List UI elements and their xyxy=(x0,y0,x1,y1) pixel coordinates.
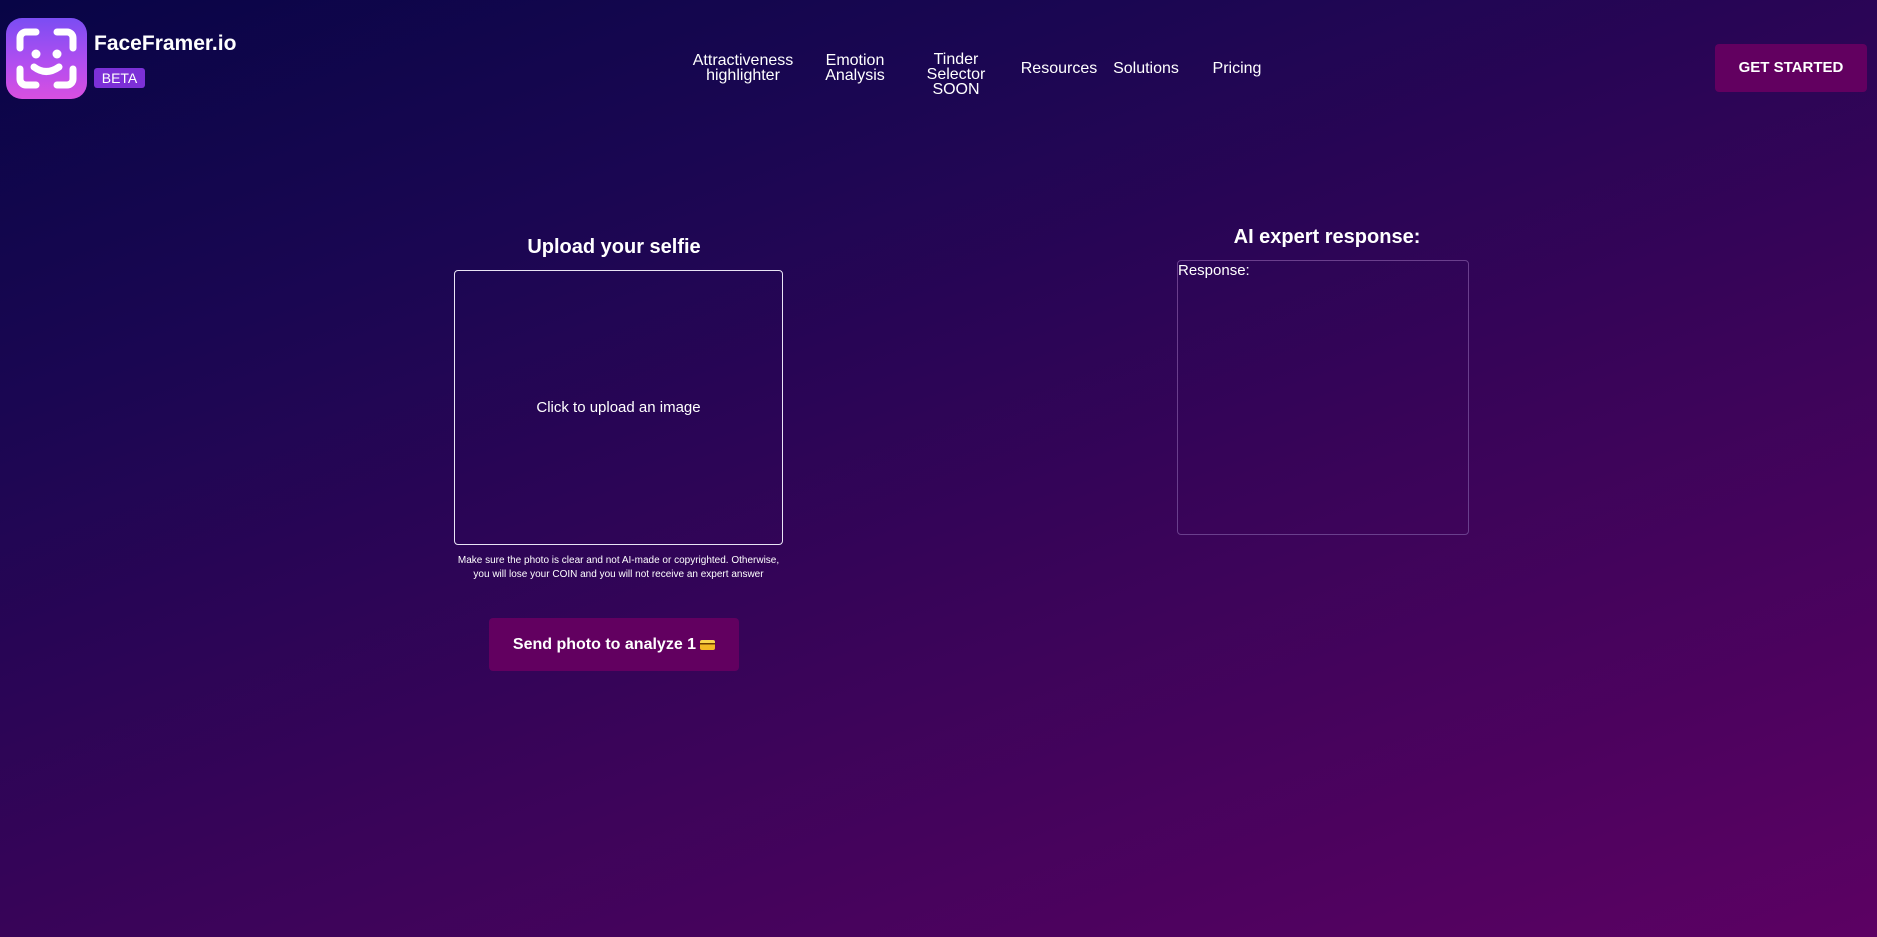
upload-note: Make sure the photo is clear and not AI-… xyxy=(457,555,780,580)
response-label: Response: xyxy=(1178,262,1250,279)
nav-item-solutions[interactable]: Solutions xyxy=(1108,61,1184,77)
nav-item-attractiveness-highlighter[interactable]: Attractiveness highlighter xyxy=(686,53,800,84)
upload-placeholder: Click to upload an image xyxy=(536,399,701,416)
get-started-button[interactable]: GET STARTED xyxy=(1715,44,1867,92)
send-photo-label: Send photo to analyze 1 xyxy=(512,636,697,653)
upload-title: Upload your selfie xyxy=(527,236,701,258)
beta-badge: BETA xyxy=(94,68,145,88)
brand-logo[interactable] xyxy=(6,18,87,99)
brand-name[interactable]: FaceFramer.io xyxy=(94,32,236,56)
response-title: AI expert response: xyxy=(1233,226,1421,248)
nav-item-pricing[interactable]: Pricing xyxy=(1203,61,1271,77)
image-upload-dropzone[interactable]: Click to upload an image xyxy=(454,270,783,545)
coin-card-icon xyxy=(700,640,716,650)
nav-item-tinder-selector[interactable]: Tinder Selector SOON xyxy=(919,52,993,98)
send-photo-button[interactable]: Send photo to analyze 1 xyxy=(489,618,739,671)
nav-item-resources[interactable]: Resources xyxy=(1018,61,1100,77)
nav-item-emotion-analysis[interactable]: Emotion Analysis xyxy=(817,53,893,84)
face-frame-icon xyxy=(16,28,77,89)
response-panel xyxy=(1177,260,1469,535)
